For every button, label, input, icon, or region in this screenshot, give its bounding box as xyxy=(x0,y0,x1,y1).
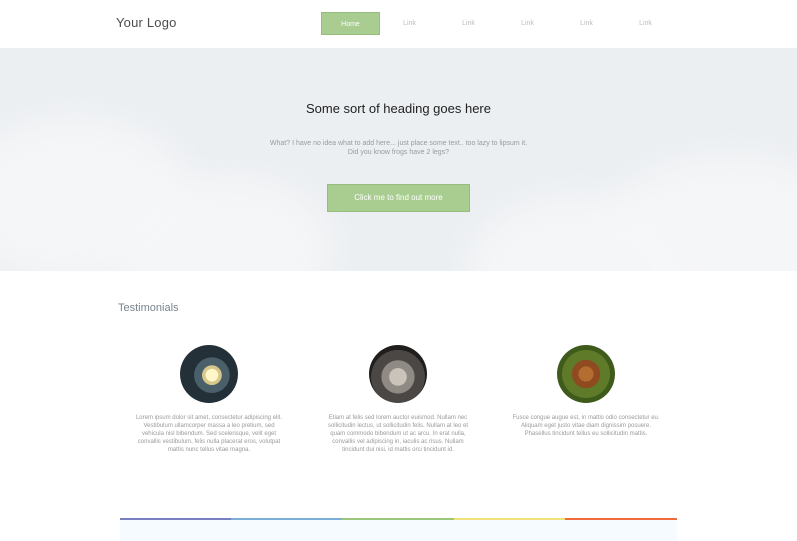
nav-link-4[interactable]: Link xyxy=(557,12,616,35)
hero-heading: Some sort of heading goes here xyxy=(305,101,491,116)
avatar xyxy=(557,345,615,403)
testimonial-text: Fusce congue augue est, in mattis odio c… xyxy=(512,415,660,437)
cta-button[interactable]: Click me to find out more xyxy=(327,184,470,212)
hero-text: What? I have no idea what to add here...… xyxy=(0,139,797,157)
nav-link-5[interactable]: Link xyxy=(616,12,675,35)
color-stripe-segment xyxy=(454,518,565,520)
hero-text-line: Did you know frogs have 2 legs? xyxy=(347,149,450,156)
hero: Some sort of heading goes here What? I h… xyxy=(0,48,797,271)
footer xyxy=(120,518,677,541)
header: Your Logo Home Link Link Link Link Link xyxy=(0,0,797,48)
testimonial-text: Etiam at felis sed lorem auctor euismod.… xyxy=(327,415,469,453)
color-stripe-segment xyxy=(120,518,231,520)
avatar xyxy=(180,345,238,403)
testimonial-text: Lorem ipsum dolor sit amet, consectetur … xyxy=(135,415,283,453)
nav-link-1[interactable]: Link xyxy=(380,12,439,35)
color-stripe-segment xyxy=(342,518,454,520)
color-stripe-segment xyxy=(565,518,677,520)
avatar xyxy=(369,345,427,403)
logo[interactable]: Your Logo xyxy=(116,15,177,30)
testimonials-title: Testimonials xyxy=(118,302,179,314)
nav-link-2[interactable]: Link xyxy=(439,12,498,35)
nav-link-3[interactable]: Link xyxy=(498,12,557,35)
nav-home[interactable]: Home xyxy=(321,12,380,35)
hero-text-line: What? I have no idea what to add here...… xyxy=(269,140,528,147)
color-stripe-segment xyxy=(231,518,342,520)
